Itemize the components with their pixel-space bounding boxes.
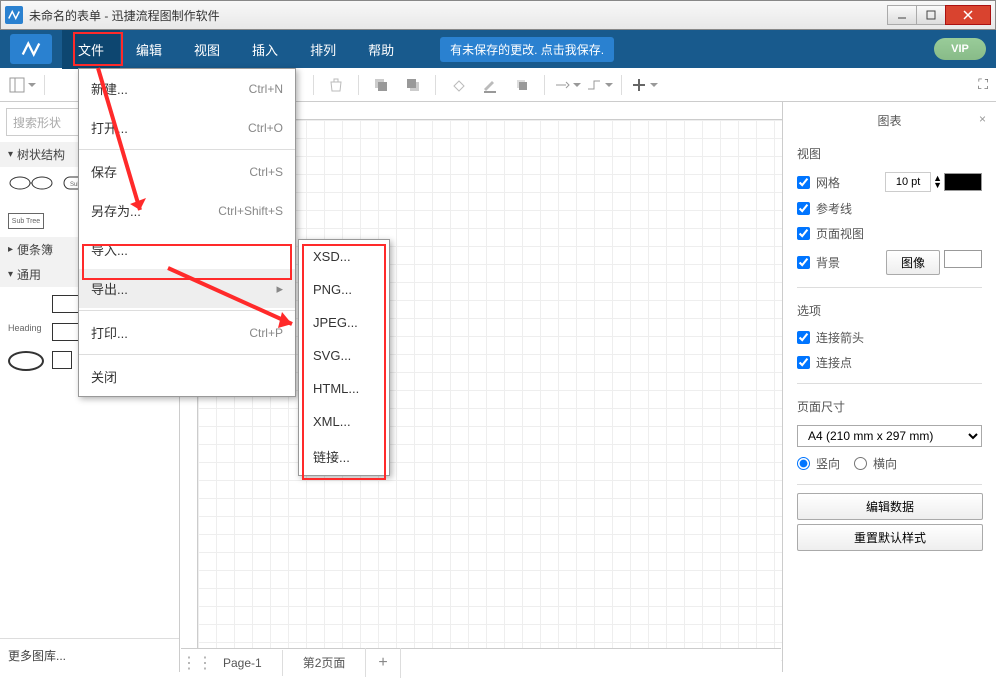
save-notice[interactable]: 有未保存的更改. 点击我保存. xyxy=(440,37,614,62)
window-title: 未命名的表单 - 迅捷流程图制作软件 xyxy=(29,7,888,24)
menuitem-print[interactable]: 打印...Ctrl+P xyxy=(79,313,295,352)
tab-page2[interactable]: 第2页面 xyxy=(283,648,367,677)
panel-close-icon[interactable]: × xyxy=(979,112,986,126)
to-back-icon[interactable] xyxy=(399,73,427,97)
line-color-icon[interactable] xyxy=(476,73,504,97)
panel-title: 图表 xyxy=(877,114,901,128)
section-view: 视图 xyxy=(783,139,996,168)
menu-help[interactable]: 帮助 xyxy=(352,30,410,69)
shape-subtree[interactable]: Sub Tree xyxy=(8,213,44,229)
section-options: 选项 xyxy=(783,296,996,325)
logo-icon[interactable] xyxy=(10,34,52,64)
image-button[interactable]: 图像 xyxy=(886,250,940,275)
add-page-button[interactable]: + xyxy=(366,648,400,678)
section-pagesize: 页面尺寸 xyxy=(783,392,996,421)
right-panel: 图表× 视图 网格▲▼ 参考线 页面视图 背景图像 选项 连接箭头 连接点 页面… xyxy=(782,102,996,672)
file-dropdown: 新建...Ctrl+N 打开...Ctrl+O 保存Ctrl+S 另存为...C… xyxy=(78,68,296,397)
close-button[interactable] xyxy=(945,5,991,25)
layout-dropdown[interactable] xyxy=(8,73,36,97)
menuitem-export[interactable]: 导出...▸ xyxy=(79,269,295,308)
points-checkbox[interactable] xyxy=(797,356,810,369)
insert-icon[interactable] xyxy=(630,73,658,97)
grid-checkbox[interactable] xyxy=(797,176,810,189)
menubar: 文件 编辑 视图 插入 排列 帮助 有未保存的更改. 点击我保存. VIP xyxy=(0,30,996,68)
bg-color[interactable] xyxy=(944,250,982,268)
menuitem-save[interactable]: 保存Ctrl+S xyxy=(79,152,295,191)
tab-page1[interactable]: Page-1 xyxy=(203,650,283,676)
titlebar: 未命名的表单 - 迅捷流程图制作软件 xyxy=(0,0,996,30)
app-icon xyxy=(5,6,23,24)
edit-data-button[interactable]: 编辑数据 xyxy=(797,493,983,520)
reset-style-button[interactable]: 重置默认样式 xyxy=(797,524,983,551)
export-png[interactable]: PNG... xyxy=(299,273,389,306)
export-jpeg[interactable]: JPEG... xyxy=(299,306,389,339)
waypoint-icon[interactable] xyxy=(585,73,613,97)
pagesize-select[interactable]: A4 (210 mm x 297 mm) xyxy=(797,425,982,447)
menuitem-import[interactable]: 导入... xyxy=(79,230,295,269)
shape-empty[interactable] xyxy=(8,295,44,315)
shape-linked-ellipse[interactable] xyxy=(8,175,54,191)
menuitem-close[interactable]: 关闭 xyxy=(79,357,295,396)
export-svg[interactable]: SVG... xyxy=(299,339,389,372)
vip-badge[interactable]: VIP xyxy=(934,38,986,60)
shape-double-ellipse[interactable] xyxy=(8,351,44,371)
grip-icon[interactable]: ⋮⋮ xyxy=(181,653,203,673)
pageview-checkbox[interactable] xyxy=(797,227,810,240)
menu-insert[interactable]: 插入 xyxy=(236,30,294,69)
export-xsd[interactable]: XSD... xyxy=(299,240,389,273)
shape-square[interactable] xyxy=(52,323,80,341)
export-xml[interactable]: XML... xyxy=(299,405,389,438)
menuitem-new[interactable]: 新建...Ctrl+N xyxy=(79,69,295,108)
shape-square2[interactable] xyxy=(52,351,72,369)
menu-arrange[interactable]: 排列 xyxy=(294,30,352,69)
connection-icon[interactable] xyxy=(553,73,581,97)
shape-heading[interactable]: Heading xyxy=(8,323,44,343)
minimize-button[interactable] xyxy=(887,5,917,25)
menuitem-open[interactable]: 打开...Ctrl+O xyxy=(79,108,295,147)
more-shapes[interactable]: 更多图库... xyxy=(0,638,179,672)
menuitem-saveas[interactable]: 另存为...Ctrl+Shift+S xyxy=(79,191,295,230)
shadow-icon[interactable] xyxy=(508,73,536,97)
arrows-checkbox[interactable] xyxy=(797,331,810,344)
grid-size-input[interactable] xyxy=(885,172,931,192)
delete-icon[interactable] xyxy=(322,73,350,97)
export-submenu: XSD... PNG... JPEG... SVG... HTML... XML… xyxy=(298,239,390,476)
menu-edit[interactable]: 编辑 xyxy=(120,30,178,69)
export-link[interactable]: 链接... xyxy=(299,438,389,475)
bg-checkbox[interactable] xyxy=(797,256,810,269)
fill-color-icon[interactable] xyxy=(444,73,472,97)
to-front-icon[interactable] xyxy=(367,73,395,97)
landscape-radio[interactable] xyxy=(854,457,867,470)
portrait-radio[interactable] xyxy=(797,457,810,470)
guides-checkbox[interactable] xyxy=(797,202,810,215)
page-tabs: ⋮⋮ Page-1 第2页面 + xyxy=(181,648,781,676)
fullscreen-icon[interactable]: ⛶ xyxy=(978,76,988,93)
menu-file[interactable]: 文件 xyxy=(62,30,120,69)
maximize-button[interactable] xyxy=(916,5,946,25)
export-html[interactable]: HTML... xyxy=(299,372,389,405)
menu-view[interactable]: 视图 xyxy=(178,30,236,69)
grid-color[interactable] xyxy=(944,173,982,191)
